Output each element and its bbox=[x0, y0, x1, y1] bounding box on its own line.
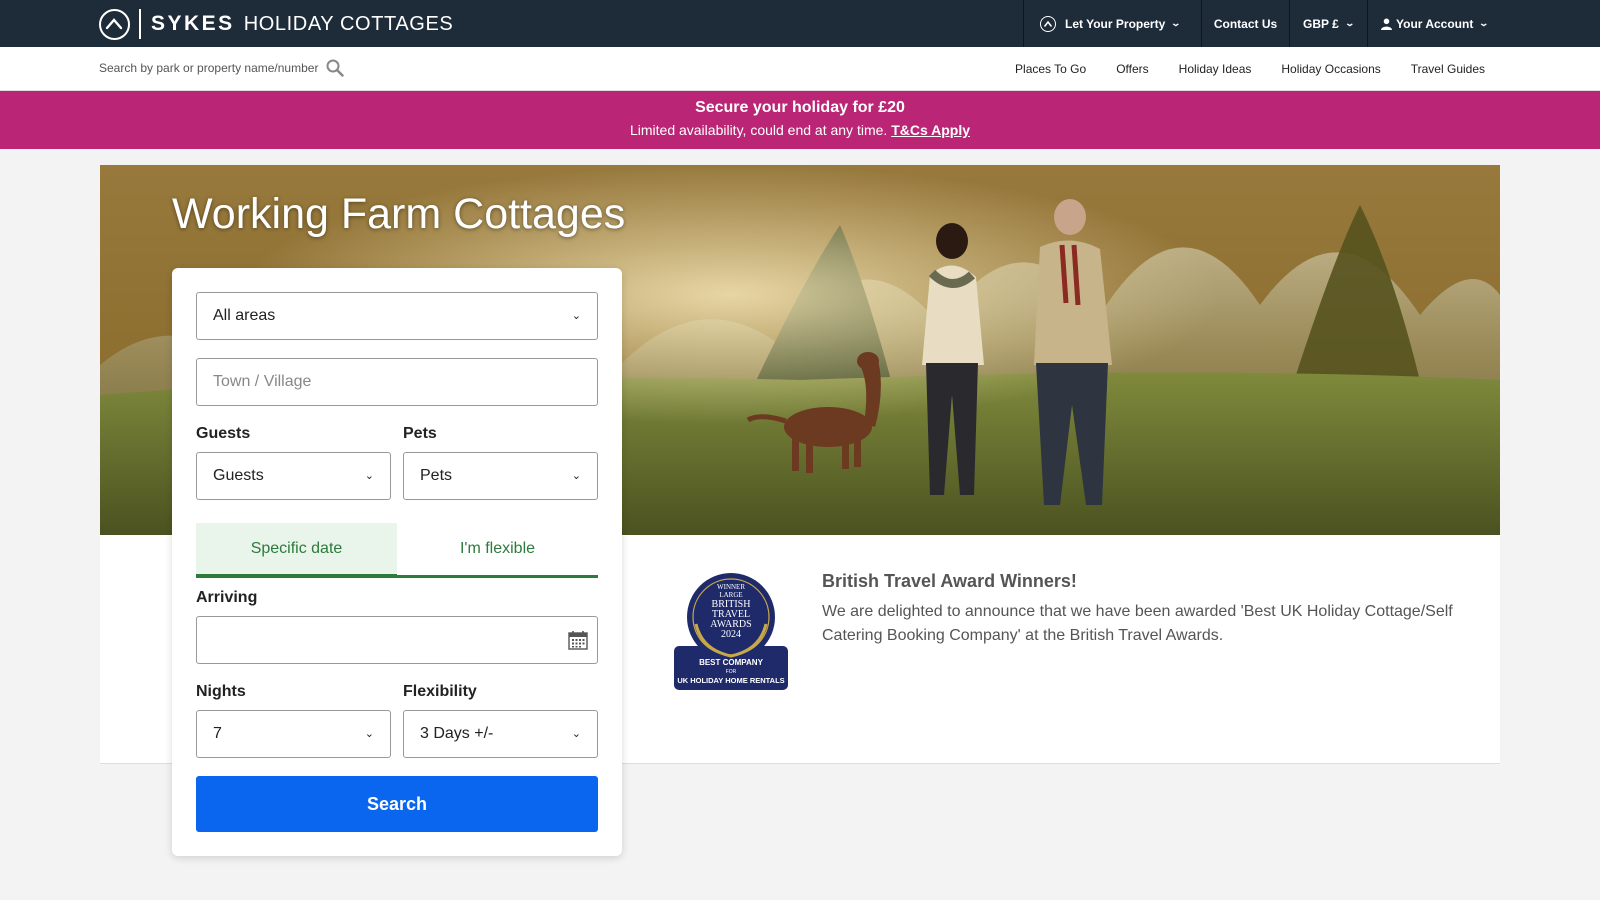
main-nav: Places To Go Offers Holiday Ideas Holida… bbox=[1015, 47, 1485, 91]
promo-subtitle-text: Limited availability, could end at any t… bbox=[629, 122, 888, 138]
arriving-date-field[interactable] bbox=[196, 616, 598, 664]
top-bar: SYKES HOLIDAY COTTAGES Let Your Property… bbox=[0, 0, 1600, 47]
nav-travel-guides[interactable]: Travel Guides bbox=[1411, 62, 1485, 76]
nav-places-to-go[interactable]: Places To Go bbox=[1015, 62, 1086, 76]
let-property-menu[interactable]: Let Your Property ⌄ bbox=[1023, 0, 1201, 47]
badge-year: 2024 bbox=[721, 629, 741, 640]
chevron-down-icon: ⌄ bbox=[364, 727, 374, 740]
search-button[interactable]: Search bbox=[196, 776, 598, 832]
chevron-down-icon: ⌄ bbox=[571, 309, 581, 322]
sykes-mini-logo-icon bbox=[1040, 15, 1056, 32]
let-property-label: Let Your Property bbox=[1065, 16, 1166, 31]
pets-select-value: Pets bbox=[420, 467, 453, 484]
nav-holiday-occasions[interactable]: Holiday Occasions bbox=[1281, 62, 1380, 76]
promo-banner: Secure your holiday for £20 Limited avai… bbox=[0, 91, 1600, 149]
site-search bbox=[99, 59, 344, 77]
contact-label: Contact Us bbox=[1213, 16, 1278, 31]
site-search-input[interactable] bbox=[99, 61, 324, 75]
search-form-card: All areas ⌄ Guests Pets Guests ⌄ Pets ⌄ … bbox=[172, 268, 622, 856]
hero-title: Working Farm Cottages bbox=[172, 190, 626, 238]
secondary-nav-bar: Places To Go Offers Holiday Ideas Holida… bbox=[0, 47, 1600, 91]
nav-offers[interactable]: Offers bbox=[1116, 62, 1148, 76]
chevron-down-icon: ⌄ bbox=[571, 727, 581, 740]
date-mode-tabs: Specific date I'm flexible bbox=[196, 523, 598, 578]
flexibility-select-value: 3 Days +/- bbox=[420, 725, 494, 742]
guests-select[interactable]: Guests ⌄ bbox=[196, 452, 391, 500]
promo-subtitle: Limited availability, could end at any t… bbox=[0, 122, 1600, 138]
currency-menu[interactable]: GBP £ ⌄ bbox=[1289, 0, 1367, 47]
chevron-down-icon: ⌄ bbox=[364, 469, 374, 482]
badge-large: LARGE bbox=[719, 591, 742, 599]
logo-tagline: HOLIDAY COTTAGES bbox=[243, 12, 454, 35]
award-badge-icon: WINNER LARGE BRITISH TRAVEL AWARDS 2024 … bbox=[674, 573, 788, 690]
logo-brand: SYKES bbox=[151, 12, 235, 35]
site-logo[interactable]: SYKES HOLIDAY COTTAGES bbox=[99, 8, 453, 40]
award-text: We are delighted to announce that we hav… bbox=[822, 603, 1453, 644]
badge-winner: WINNER bbox=[717, 583, 745, 591]
town-field[interactable] bbox=[196, 358, 598, 406]
guests-select-value: Guests bbox=[213, 467, 264, 484]
nights-select[interactable]: 7 ⌄ bbox=[196, 710, 391, 758]
nav-holiday-ideas[interactable]: Holiday Ideas bbox=[1179, 62, 1252, 76]
chevron-down-icon: ⌄ bbox=[571, 469, 581, 482]
currency-label: GBP £ bbox=[1303, 16, 1339, 31]
search-icon[interactable] bbox=[326, 59, 344, 77]
logo-divider bbox=[139, 9, 141, 39]
chevron-down-icon: ⌄ bbox=[1170, 18, 1182, 28]
flexibility-select[interactable]: 3 Days +/- ⌄ bbox=[403, 710, 598, 758]
tab-flexible[interactable]: I'm flexible bbox=[397, 523, 598, 575]
calendar-icon[interactable] bbox=[568, 630, 588, 650]
top-nav: Let Your Property ⌄ Contact Us GBP £ ⌄ Y… bbox=[1023, 0, 1600, 47]
badge-best-company: BEST COMPANY bbox=[699, 658, 764, 667]
town-input[interactable] bbox=[213, 373, 597, 391]
account-menu[interactable]: Your Account ⌄ bbox=[1367, 0, 1600, 47]
flexibility-label: Flexibility bbox=[403, 683, 477, 700]
nights-label: Nights bbox=[196, 683, 246, 700]
contact-link[interactable]: Contact Us bbox=[1201, 0, 1289, 47]
guests-label: Guests bbox=[196, 425, 251, 442]
pets-select[interactable]: Pets ⌄ bbox=[403, 452, 598, 500]
chevron-down-icon: ⌄ bbox=[1344, 18, 1355, 28]
account-label: Your Account bbox=[1396, 16, 1474, 31]
area-select[interactable]: All areas ⌄ bbox=[196, 292, 598, 340]
chevron-down-icon: ⌄ bbox=[1478, 18, 1490, 28]
nights-select-value: 7 bbox=[213, 725, 222, 742]
promo-title: Secure your holiday for £20 bbox=[695, 99, 905, 116]
arriving-label: Arriving bbox=[196, 589, 258, 606]
pets-label: Pets bbox=[403, 425, 437, 442]
user-icon bbox=[1381, 18, 1392, 30]
award-title: British Travel Award Winners! bbox=[822, 571, 1077, 591]
badge-category: UK HOLIDAY HOME RENTALS bbox=[677, 676, 784, 685]
sykes-logo-icon bbox=[99, 8, 130, 40]
promo-terms-link[interactable]: T&Cs Apply bbox=[891, 122, 970, 138]
badge-for: FOR bbox=[726, 669, 737, 675]
tab-specific-date[interactable]: Specific date bbox=[196, 523, 397, 578]
area-select-value: All areas bbox=[213, 307, 276, 324]
